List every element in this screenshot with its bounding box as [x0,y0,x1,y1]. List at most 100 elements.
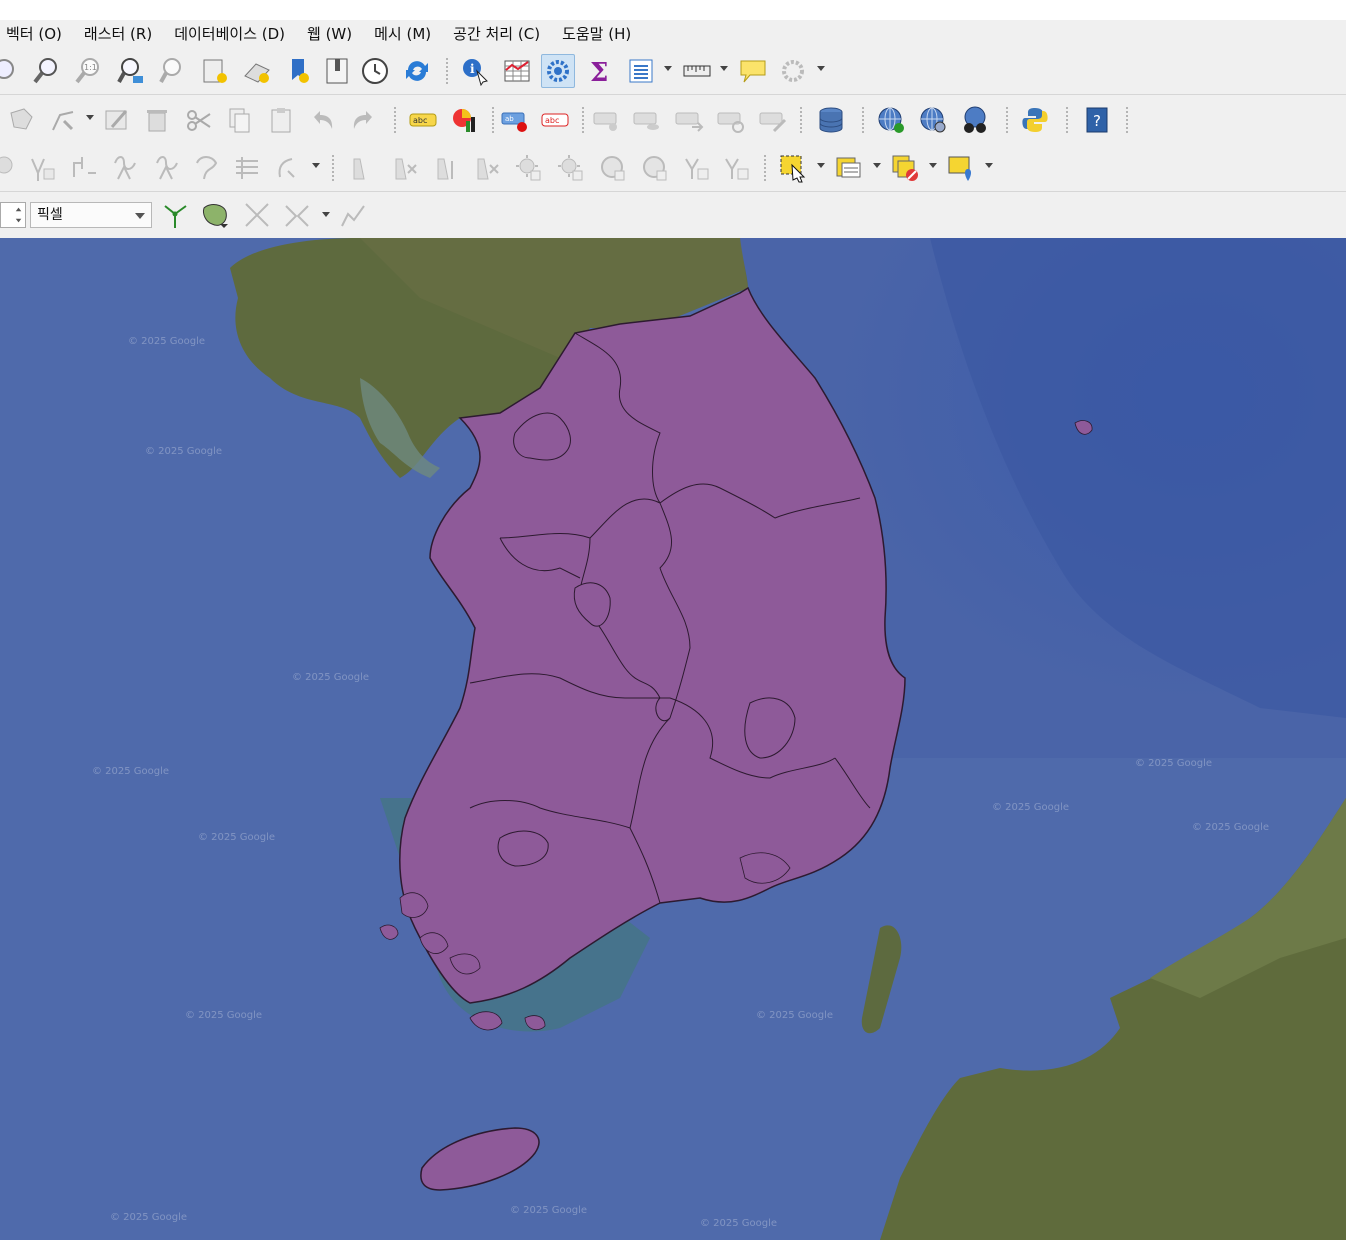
select-dropdown-arrow[interactable] [817,163,825,168]
select-value-dropdown-arrow[interactable] [873,163,881,168]
zoom-native-button[interactable]: 1:1 [72,54,106,88]
menu-processing[interactable]: 공간 처리 (C) [453,23,540,44]
toolbar-handle[interactable] [764,155,769,181]
toolbar-handle[interactable] [446,58,451,84]
python-console-button[interactable] [1018,103,1052,137]
ellipse-tool-button[interactable] [638,151,672,185]
open-map-view-button[interactable] [320,54,354,88]
vertex-tool-button[interactable] [46,103,80,137]
label-properties-button[interactable] [756,103,790,137]
deselect-dropdown-arrow[interactable] [929,163,937,168]
copy-features-button[interactable] [222,103,256,137]
new-bookmark-button[interactable] [198,54,232,88]
tolerance-spinbox[interactable] [0,202,26,228]
show-layout-manager-button[interactable] [624,54,658,88]
add-wms-layer-button[interactable] [874,103,908,137]
measure-dropdown-arrow[interactable] [720,66,728,71]
toolbar-handle[interactable] [862,107,867,133]
merge-features-button[interactable] [346,151,380,185]
add-part-button[interactable] [190,151,224,185]
open-attribute-table-button[interactable] [500,54,534,88]
fill-ring-button[interactable] [230,151,264,185]
refresh-button[interactable] [400,54,434,88]
snap-intersection-button[interactable] [240,198,274,232]
vertex-dropdown-arrow[interactable] [86,115,94,120]
reshape-features-button[interactable] [26,151,60,185]
menu-raster[interactable]: 래스터 (R) [84,23,152,44]
offset-curve-button[interactable] [0,151,22,185]
zoom-out-button[interactable] [30,54,64,88]
statistical-summary-button[interactable]: Σ [583,54,617,88]
offset-point-symbols-button[interactable] [470,151,504,185]
reverse-line-button[interactable] [554,151,588,185]
rotate-label-button[interactable] [672,103,706,137]
snap-dropdown-arrow[interactable] [322,212,330,217]
menu-vector[interactable]: 벡터 (O) [6,23,62,44]
change-label-button[interactable] [714,103,748,137]
menu-database[interactable]: 데이터베이스 (D) [174,23,285,44]
processing-toolbox-button[interactable] [541,54,575,88]
zoom-next-button[interactable] [156,54,190,88]
layer-diagram-button[interactable] [448,103,482,137]
self-snapping-button[interactable] [280,198,314,232]
layer-labeling-button[interactable]: abc [406,103,440,137]
circle-tool-button[interactable] [596,151,630,185]
topological-editing-button[interactable] [158,198,192,232]
cut-features-button[interactable] [182,103,216,137]
select-by-value-button[interactable] [832,151,866,185]
toolbar-handle[interactable] [1066,107,1071,133]
rotate-point-symbols-button[interactable] [430,151,464,185]
add-wfs-layer-button[interactable] [916,103,950,137]
add-feature-button[interactable] [4,103,38,137]
show-spatial-bookmark-button[interactable] [282,54,316,88]
merge-attributes-button[interactable] [388,151,422,185]
measure-line-button[interactable] [680,54,714,88]
metasearch-button[interactable] [958,103,992,137]
db-manager-button[interactable] [814,103,848,137]
help-contents-button[interactable]: ? [1080,103,1114,137]
tracing-button[interactable] [336,198,370,232]
toolbar-handle[interactable] [582,107,587,133]
undo-button[interactable] [306,103,340,137]
toolbar-handle[interactable] [1126,107,1131,133]
rotate-feature-button[interactable] [66,151,100,185]
show-hide-labels-button[interactable]: abc [538,103,572,137]
select-features-button[interactable] [776,151,810,185]
toolbar-handle[interactable] [492,107,497,133]
select-by-location-button[interactable] [944,151,978,185]
menu-mesh[interactable]: 메시 (M) [374,23,431,44]
simplify-feature-button[interactable] [108,151,142,185]
show-bookmarks-button[interactable] [240,54,274,88]
zoom-last-button[interactable] [114,54,148,88]
trim-extend-button[interactable] [512,151,546,185]
paste-features-button[interactable] [264,103,298,137]
modify-attributes-button[interactable] [100,103,134,137]
location-dropdown-arrow[interactable] [985,163,993,168]
toolbar-handle[interactable] [800,107,805,133]
show-label-button[interactable] [630,103,664,137]
digitize-dropdown-arrow[interactable] [312,163,320,168]
menu-help[interactable]: 도움말 (H) [562,23,631,44]
identify-features-button[interactable]: i [458,54,492,88]
snapping-unit-select[interactable]: 픽셀 [30,202,152,228]
move-label-button[interactable] [590,103,624,137]
temporal-controller-button[interactable] [358,54,392,88]
map-tips-button[interactable] [736,54,770,88]
redo-button[interactable] [346,103,380,137]
toolbar-handle[interactable] [332,155,337,181]
rectangle-tool-button[interactable] [680,151,714,185]
polygon-tool-button[interactable] [720,151,754,185]
layout-dropdown-arrow[interactable] [664,66,672,71]
menu-web[interactable]: 웹 (W) [307,23,352,44]
delete-ring-button[interactable] [270,151,304,185]
map-canvas[interactable]: © 2025 Google © 2025 Google © 2025 Googl… [0,238,1346,1240]
delete-selected-button[interactable] [140,103,174,137]
zoom-in-button[interactable] [0,54,22,88]
toolbar-handle[interactable] [394,107,399,133]
locator-dropdown-arrow[interactable] [817,66,825,71]
deselect-features-button[interactable] [888,151,922,185]
avoid-overlap-button[interactable] [198,198,232,232]
add-ring-button[interactable] [150,151,184,185]
pin-labels-button[interactable]: ab [498,103,532,137]
locator-settings-button[interactable] [776,54,810,88]
